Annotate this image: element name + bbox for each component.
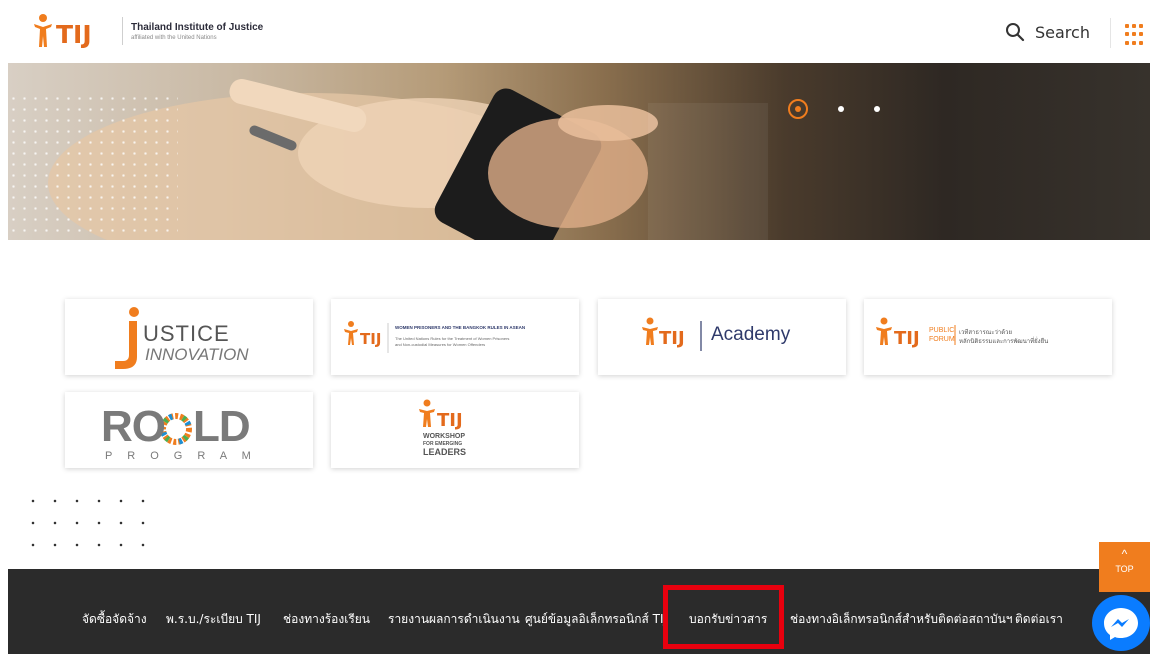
hero-image (48, 78, 768, 240)
bangkok-rules-sub2: and Non-custodial Measures for Women Off… (395, 342, 486, 347)
footer-link-contact-us[interactable]: ติดต่อเรา (1015, 610, 1063, 629)
chevron-up-icon: ^ (1121, 547, 1128, 561)
logo-divider (122, 17, 123, 45)
public-forum-label-2: FORUM (929, 336, 955, 343)
carousel-dot-1[interactable] (788, 99, 808, 119)
back-to-top-label: TOP (1115, 564, 1134, 574)
partner-card-tij-academy[interactable]: TIJ Academy (598, 299, 846, 375)
footer-link-info-center[interactable]: ศูนย์ข้อมูลอิเล็กทรอนิกส์ TIJ (525, 610, 667, 629)
carousel-indicators (788, 99, 880, 119)
org-affiliation: affiliated with the United Nations (131, 34, 217, 41)
tij-academy-label: Academy (711, 324, 791, 345)
svg-text:TIJ: TIJ (437, 410, 463, 431)
public-forum-thai-2: หลักนิติธรรมและการพัฒนาที่ยั่งยืน (959, 338, 1049, 345)
logo-text: Thailand Institute of Justice affiliated… (131, 22, 263, 41)
rold-program-label: P R O G R A M (105, 450, 257, 462)
search-icon (1006, 23, 1025, 42)
svg-text:TIJ: TIJ (56, 20, 92, 48)
search-button[interactable]: Search (1005, 22, 1090, 42)
footer-link-performance-report[interactable]: รายงานผลการดำเนินงาน (388, 610, 520, 629)
search-label: Search (1035, 22, 1090, 42)
carousel-dot-3[interactable] (874, 106, 880, 112)
rold-letters-ro: RO (101, 402, 166, 451)
messenger-icon (1104, 608, 1138, 640)
footer-link-regulations[interactable]: พ.ร.บ./ระเบียบ TIJ (166, 610, 261, 629)
site-header: TIJ Thailand Institute of Justice affili… (0, 0, 1150, 63)
hero-banner (8, 63, 1150, 240)
org-name: Thailand Institute of Justice (131, 21, 264, 33)
partner-card-rold-program[interactable]: RO LD P R O G R A M (65, 392, 313, 468)
svg-text:TIJ: TIJ (659, 328, 685, 349)
tij-logo-icon: TIJ (34, 14, 92, 48)
svg-text:TIJ: TIJ (894, 328, 920, 349)
svg-text:TIJ: TIJ (360, 330, 381, 348)
hero-dot-pattern (8, 93, 178, 240)
partner-card-justice-innovation[interactable]: USTICE INNOVATION (65, 299, 313, 375)
back-to-top-button[interactable]: ^ TOP (1099, 542, 1150, 592)
footer-link-procurement[interactable]: จัดซื้อจัดจ้าง (82, 610, 147, 629)
justice-innovation-line2: INNOVATION (145, 345, 249, 364)
decorative-dot-pattern (22, 490, 162, 556)
partner-card-workshop[interactable]: TIJ WORKSHOP FOR EMERGING LEADERS (331, 392, 579, 468)
footer-link-complaints[interactable]: ช่องทางร้องเรียน (283, 610, 370, 629)
page: TIJ Thailand Institute of Justice affili… (0, 0, 1150, 654)
bangkok-rules-title: WOMEN PRISONERS AND THE BANGKOK RULES IN… (395, 325, 526, 330)
workshop-label-1: WORKSHOP (423, 433, 465, 440)
highlight-box (663, 585, 784, 649)
rold-letters-ld: LD (193, 402, 251, 451)
header-separator (1110, 18, 1111, 48)
footer-nav: จัดซื้อจัดจ้าง พ.ร.บ./ระเบียบ TIJ ช่องทา… (8, 569, 1098, 654)
messenger-button[interactable] (1092, 595, 1150, 651)
justice-innovation-line1: USTICE (143, 321, 230, 346)
tij-logo-link[interactable]: TIJ Thailand Institute of Justice affili… (32, 14, 263, 48)
footer-link-electronic-contact[interactable]: ช่องทางอิเล็กทรอนิกส์สำหรับติดต่อสถาบันฯ (790, 610, 1013, 629)
bangkok-rules-sub1: The United Nations Rules for the Treatme… (395, 336, 510, 341)
grid-apps-icon[interactable] (1125, 24, 1147, 46)
workshop-label-3: LEADERS (423, 447, 467, 457)
public-forum-label-1: PUBLIC (929, 327, 955, 334)
partner-card-bangkok-rules[interactable]: TIJ WOMEN PRISONERS AND THE BANGKOK RULE… (331, 299, 579, 375)
carousel-dot-2[interactable] (838, 106, 844, 112)
partner-card-public-forum[interactable]: TIJ PUBLIC FORUM เวทีสาธารณะว่าด้วย หลัก… (864, 299, 1112, 375)
